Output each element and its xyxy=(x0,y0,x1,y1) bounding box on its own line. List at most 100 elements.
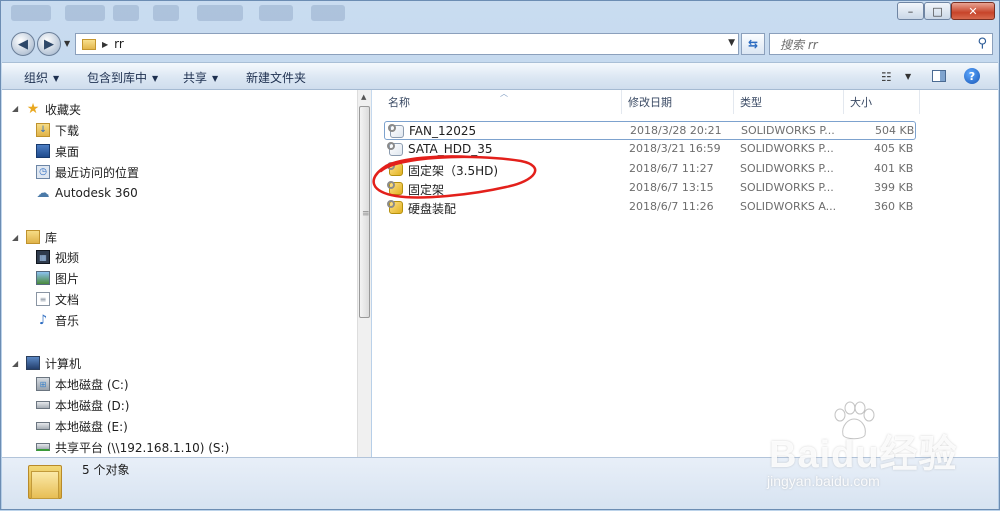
file-type: SOLIDWORKS P... xyxy=(740,162,834,175)
include-in-library-menu[interactable]: 包含到库中 ▼ xyxy=(87,69,158,86)
blurred-taskbar-item xyxy=(259,5,293,21)
column-header-size[interactable]: 大小 xyxy=(844,90,920,114)
solidworks-part-icon xyxy=(387,142,403,156)
folder-front xyxy=(31,471,59,499)
file-modified: 2018/3/28 20:21 xyxy=(630,124,722,137)
breadcrumb-separator-icon[interactable]: ▶ xyxy=(102,40,108,49)
video-icon: ▦ xyxy=(36,250,50,264)
file-type: SOLIDWORKS P... xyxy=(741,124,835,137)
nav-item-network-drive-s[interactable]: 共享平台 (\\192.168.1.10) (S:) xyxy=(36,438,229,456)
change-view-icon[interactable]: ☷ xyxy=(881,70,892,84)
nav-item-recent-places[interactable]: ◷ 最近访问的位置 xyxy=(36,163,139,181)
file-row[interactable]: SATA_HDD_35 2018/3/21 16:59 SOLIDWORKS P… xyxy=(384,140,916,159)
desktop-icon xyxy=(36,144,50,158)
forward-button[interactable]: ▶ xyxy=(37,32,61,56)
system-drive-icon: ⊞ xyxy=(36,377,50,391)
scroll-up-icon[interactable]: ▲ xyxy=(361,93,366,101)
collapse-arrow-icon[interactable]: ◢ xyxy=(12,233,18,242)
solidworks-part-icon xyxy=(387,162,403,176)
nav-item-downloads[interactable]: ↓ 下载 xyxy=(36,121,79,139)
file-row[interactable]: 固定架（3.5HD) 2018/6/7 11:27 SOLIDWORKS P..… xyxy=(384,160,916,179)
nav-item-label: 共享平台 (\\192.168.1.10) (S:) xyxy=(55,440,230,455)
nav-item-documents[interactable]: ≡ 文档 xyxy=(36,290,79,308)
view-options-dropdown-icon[interactable]: ▼ xyxy=(905,72,911,81)
nav-item-videos[interactable]: ▦ 视频 xyxy=(36,248,79,266)
nav-item-drive-c[interactable]: ⊞ 本地磁盘 (C:) xyxy=(36,375,129,393)
breadcrumb-current-folder[interactable]: rr xyxy=(114,37,124,51)
collapse-arrow-icon[interactable]: ◢ xyxy=(12,104,18,113)
file-name: SATA_HDD_35 xyxy=(408,142,493,156)
solidworks-assembly-icon xyxy=(387,200,403,214)
nav-item-drive-d[interactable]: 本地磁盘 (D:) xyxy=(36,396,129,414)
recent-pages-dropdown[interactable]: ▼ xyxy=(64,39,70,48)
file-row[interactable]: FAN_12025 2018/3/28 20:21 SOLIDWORKS P..… xyxy=(384,121,916,140)
new-folder-button[interactable]: 新建文件夹 xyxy=(246,69,306,86)
refresh-icon: ⇆ xyxy=(747,37,759,51)
nav-favorites[interactable]: ★ 收藏夹 xyxy=(26,100,81,118)
nav-computer[interactable]: 计算机 xyxy=(26,354,81,372)
minimize-button[interactable]: – xyxy=(897,2,924,20)
title-strip: – □ ✕ xyxy=(1,1,1000,27)
back-button[interactable]: ◀ xyxy=(11,32,35,56)
downloads-icon: ↓ xyxy=(36,123,50,137)
file-modified: 2018/6/7 13:15 xyxy=(629,181,714,194)
column-header-name[interactable]: 名称 xyxy=(382,90,622,114)
maximize-button[interactable]: □ xyxy=(924,2,951,20)
file-name: 硬盘装配 xyxy=(408,202,457,216)
nav-item-pictures[interactable]: 图片 xyxy=(36,269,79,287)
nav-item-desktop[interactable]: 桌面 xyxy=(36,142,79,160)
network-drive-icon xyxy=(36,443,50,451)
address-bar[interactable]: ▶ rr ▼ xyxy=(75,33,739,55)
file-type: SOLIDWORKS P... xyxy=(740,142,834,155)
solidworks-part-icon xyxy=(388,124,404,138)
address-history-dropdown-icon[interactable]: ▼ xyxy=(728,38,735,48)
search-input[interactable] xyxy=(778,35,972,55)
document-icon: ≡ xyxy=(36,292,50,306)
drive-icon xyxy=(36,422,50,430)
computer-icon xyxy=(26,356,40,370)
nav-item-label: 本地磁盘 (D:) xyxy=(55,398,130,413)
search-box[interactable]: ⚲ xyxy=(769,33,993,55)
nav-item-drive-e[interactable]: 本地磁盘 (E:) xyxy=(36,417,128,435)
chevron-down-icon: ▼ xyxy=(152,74,159,83)
solidworks-part-icon xyxy=(387,181,403,195)
file-name: FAN_12025 xyxy=(409,124,477,138)
caption-buttons: – □ ✕ xyxy=(897,2,995,20)
navigation-scrollbar[interactable]: ▲ ≡ xyxy=(357,90,371,457)
nav-item-autodesk-360[interactable]: ☁ Autodesk 360 xyxy=(36,184,138,202)
column-header-type[interactable]: 类型 xyxy=(734,90,844,114)
nav-item-label: 桌面 xyxy=(55,144,80,159)
blurred-taskbar-item xyxy=(311,5,345,21)
close-button[interactable]: ✕ xyxy=(951,2,995,20)
file-size: 504 KB xyxy=(875,124,915,137)
recent-places-icon: ◷ xyxy=(36,165,50,179)
blurred-taskbar-item xyxy=(197,5,243,21)
file-size: 399 KB xyxy=(874,181,914,194)
organize-menu[interactable]: 组织 ▼ xyxy=(24,69,59,86)
nav-item-music[interactable]: ♪ 音乐 xyxy=(36,311,79,329)
star-icon: ★ xyxy=(26,101,40,117)
nav-computer-label: 计算机 xyxy=(45,356,82,371)
large-folder-icon xyxy=(28,461,62,499)
file-list: ︿ 名称 修改日期 类型 大小 FAN_12025 2018/3/28 20:2… xyxy=(372,89,998,457)
collapse-arrow-icon[interactable]: ◢ xyxy=(12,359,18,368)
nav-favorites-label: 收藏夹 xyxy=(45,102,82,117)
nav-item-label: Autodesk 360 xyxy=(55,186,138,200)
nav-libraries[interactable]: 库 xyxy=(26,228,57,246)
preview-pane-icon[interactable] xyxy=(932,70,946,82)
column-header-modified[interactable]: 修改日期 xyxy=(622,90,734,114)
help-icon[interactable]: ? xyxy=(964,68,980,84)
file-row[interactable]: 硬盘装配 2018/6/7 11:26 SOLIDWORKS A... 360 … xyxy=(384,198,916,217)
chevron-down-icon: ▼ xyxy=(212,74,219,83)
grip-icon: ≡ xyxy=(362,209,370,219)
file-modified: 2018/6/7 11:27 xyxy=(629,162,714,175)
file-modified: 2018/3/21 16:59 xyxy=(629,142,721,155)
refresh-button[interactable]: ⇆ xyxy=(741,33,765,55)
share-menu[interactable]: 共享 ▼ xyxy=(183,69,218,86)
pictures-icon xyxy=(36,271,50,285)
nav-item-label: 视频 xyxy=(55,250,80,265)
scrollbar-thumb[interactable]: ≡ xyxy=(359,106,370,318)
search-icon[interactable]: ⚲ xyxy=(977,36,987,51)
command-bar: 组织 ▼ 包含到库中 ▼ 共享 ▼ 新建文件夹 ☷ ▼ ? xyxy=(2,62,998,90)
file-row[interactable]: 固定架 2018/6/7 13:15 SOLIDWORKS P... 399 K… xyxy=(384,179,916,198)
